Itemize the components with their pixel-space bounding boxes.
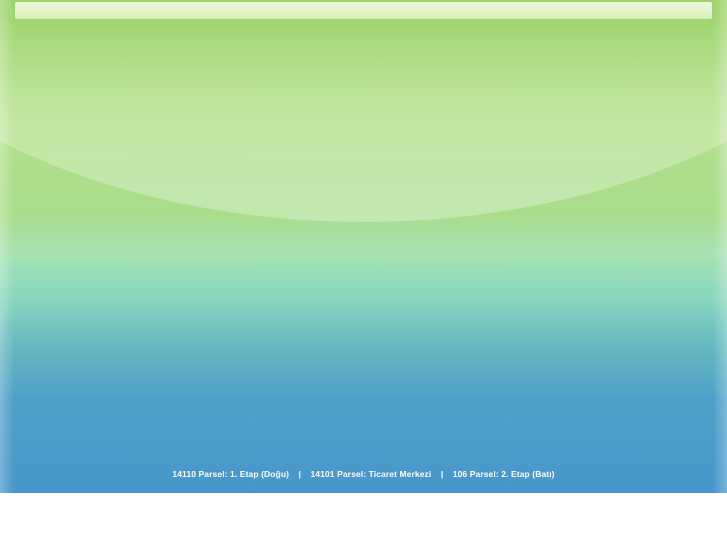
- page-bottom-whitespace: [0, 493, 727, 545]
- right-edge-shine: [713, 0, 727, 493]
- link-separator: |: [440, 469, 444, 479]
- banner-background: 14110 Parsel: 1. Etap (Doğu) | 14101 Par…: [0, 0, 727, 493]
- parcel-links-bar: 14110 Parsel: 1. Etap (Doğu) | 14101 Par…: [0, 469, 727, 479]
- link-parcel-14110[interactable]: 14110 Parsel: 1. Etap (Doğu): [172, 469, 289, 479]
- left-edge-shine: [0, 0, 14, 493]
- link-parcel-14101[interactable]: 14101 Parsel: Ticaret Merkezi: [310, 469, 431, 479]
- link-parcel-106[interactable]: 106 Parsel: 2. Etap (Batı): [453, 469, 555, 479]
- top-highlight-strip: [15, 2, 712, 19]
- link-separator: |: [298, 469, 302, 479]
- gloss-highlight: [0, 0, 727, 222]
